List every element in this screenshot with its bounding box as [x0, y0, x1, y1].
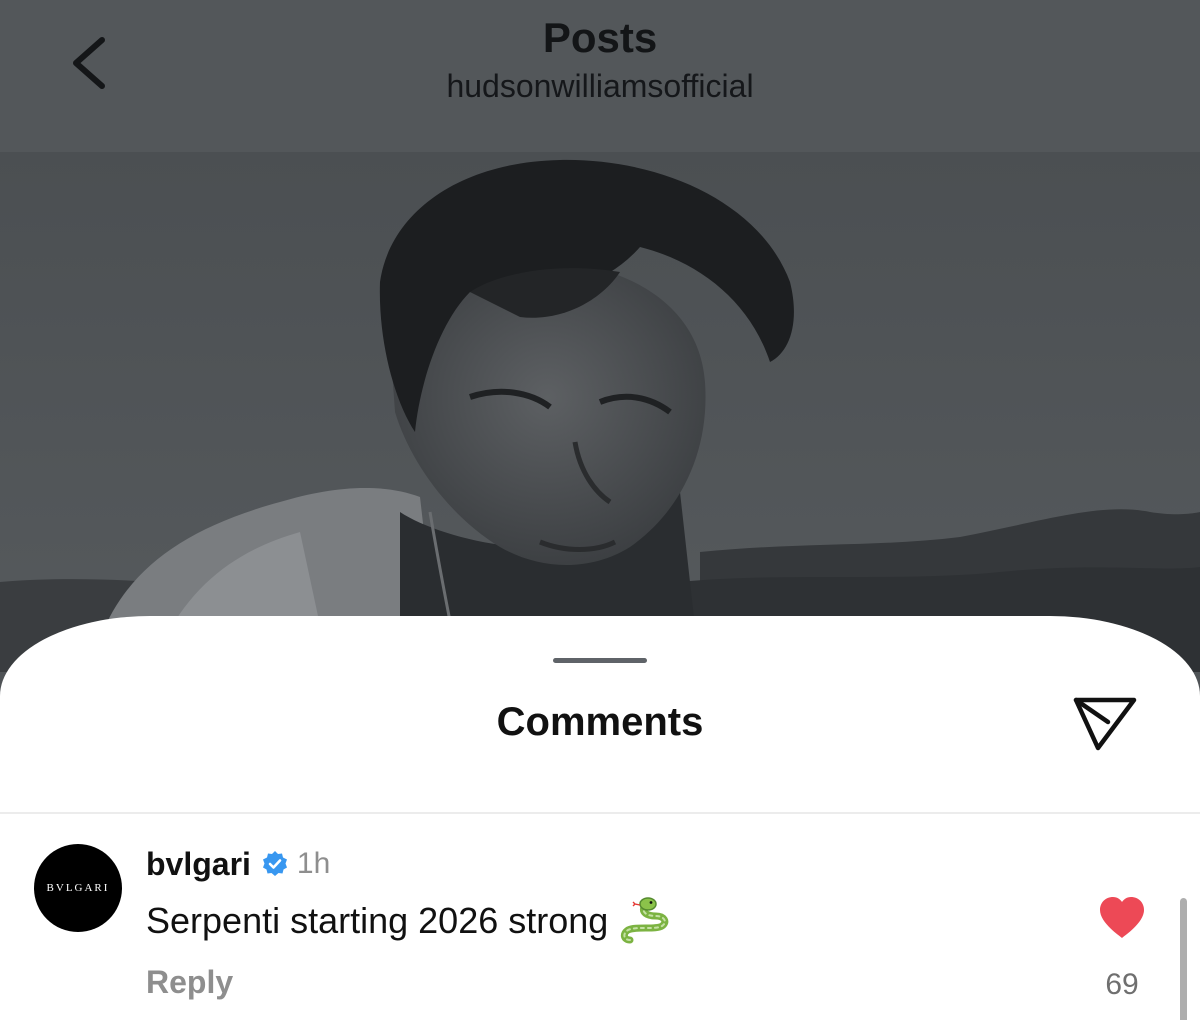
- like-button[interactable]: [1098, 896, 1146, 940]
- avatar[interactable]: BVLGARI: [34, 844, 122, 932]
- comments-sheet: Comments BVLGARI bvlgari 1h Serpenti sta…: [0, 616, 1200, 1020]
- snake-icon: [620, 896, 674, 946]
- page-title: Posts: [542, 14, 658, 61]
- post-photo[interactable]: [0, 152, 1200, 672]
- scrollbar[interactable]: [1180, 898, 1187, 1020]
- comment-body: Serpenti starting 2026 strong: [146, 896, 674, 946]
- instagram-post-comments-screen: Posts hudsonwilliamsofficial Comments BV…: [0, 0, 1200, 1020]
- reply-button[interactable]: Reply: [146, 964, 233, 1001]
- divider: [0, 812, 1200, 814]
- comment-time: 1h: [296, 847, 331, 880]
- heart-icon: [1100, 897, 1144, 938]
- account-username[interactable]: hudsonwilliamsofficial: [0, 68, 1200, 105]
- like-count: 69: [1105, 968, 1139, 1001]
- comment-header: bvlgari 1h: [146, 844, 330, 884]
- share-button[interactable]: [1070, 692, 1140, 754]
- comments-title: Comments: [496, 700, 704, 744]
- sheet-drag-handle[interactable]: [553, 658, 647, 663]
- top-nav-bar: Posts hudsonwilliamsofficial: [0, 0, 1200, 152]
- verified-badge-icon: [261, 850, 289, 878]
- send-icon: [1073, 697, 1137, 751]
- comment-text: Serpenti starting 2026 strong: [146, 900, 609, 941]
- comment-username[interactable]: bvlgari: [146, 846, 251, 883]
